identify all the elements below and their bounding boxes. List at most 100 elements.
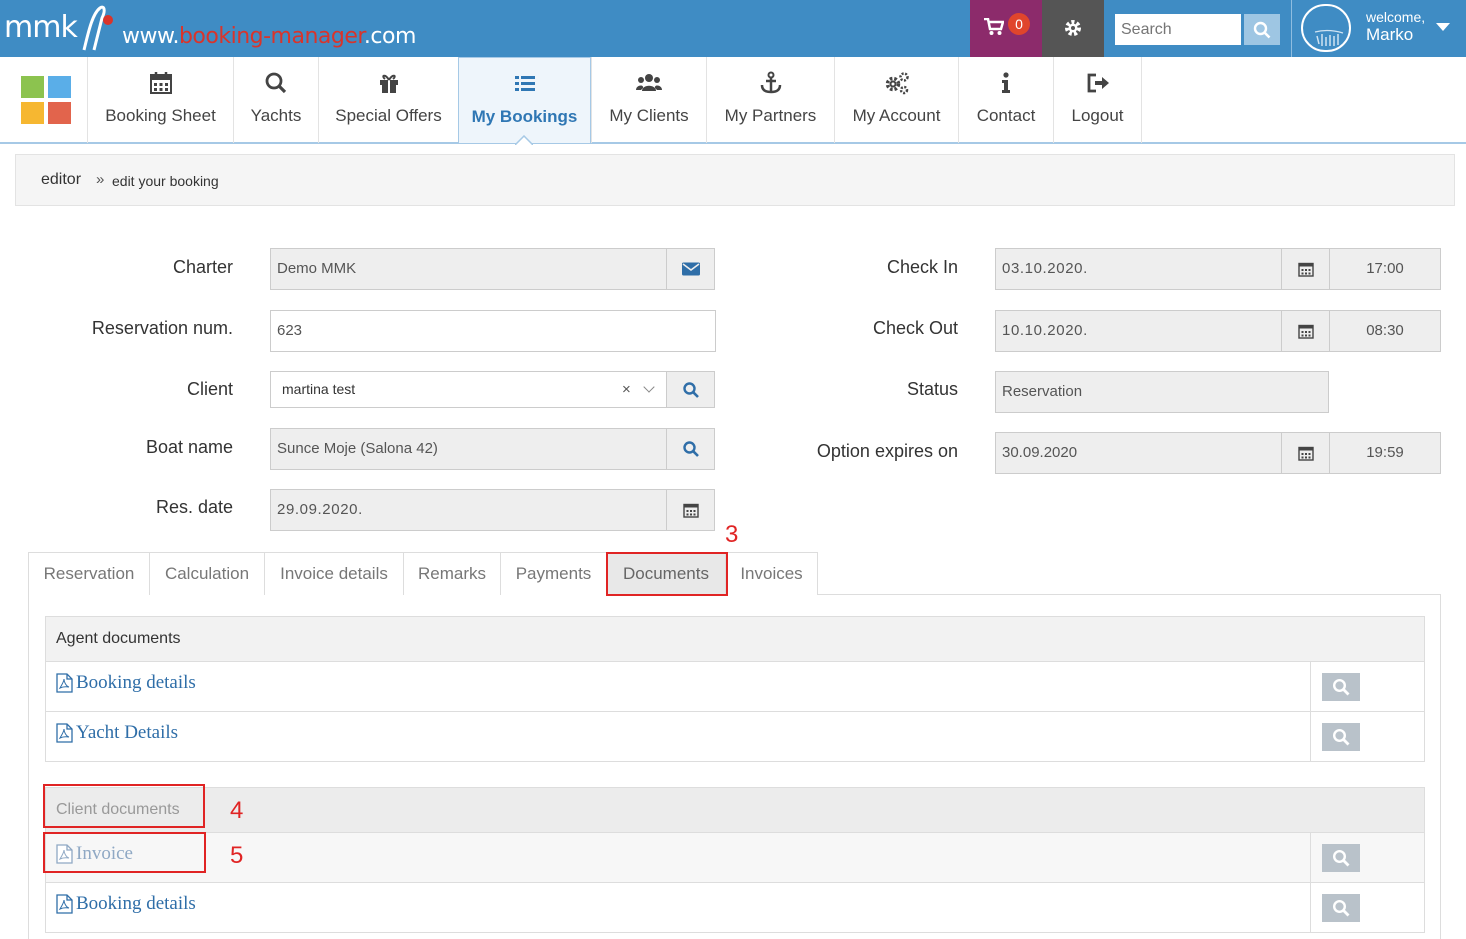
info-icon (1002, 72, 1010, 93)
highlight-client-documents (43, 784, 205, 828)
step-5-label: 5 (230, 842, 244, 869)
status-field: Reservation (995, 371, 1329, 413)
client-label: Client (186, 379, 233, 399)
brand-logo[interactable]: mmk (4, 10, 78, 45)
highlight-documents-tab (606, 552, 728, 596)
list-icon (514, 76, 535, 91)
calendar-icon (1297, 262, 1314, 277)
search-boat-button[interactable] (666, 428, 715, 470)
view-document-button[interactable] (1322, 723, 1360, 751)
table-row: Invoice (45, 833, 1425, 883)
cell-divider (1310, 712, 1311, 762)
tab-invoices[interactable]: Invoices (725, 552, 818, 595)
client-documents-header: Client documents (45, 787, 1425, 833)
document-link[interactable]: Booking details (56, 893, 196, 915)
check-out-time-field: 08:30 (1329, 310, 1441, 352)
chevron-down-icon[interactable] (1436, 23, 1450, 31)
search-icon (1332, 899, 1350, 917)
cart-count-badge: 0 (1008, 13, 1030, 35)
calendar-icon (149, 72, 172, 94)
calendar-icon (1297, 324, 1314, 339)
anchor-icon (760, 71, 781, 94)
avatar-image-icon (1314, 30, 1344, 46)
search-input[interactable] (1115, 14, 1241, 45)
step-3-label: 3 (725, 521, 739, 548)
check-in-time-field: 17:00 (1329, 248, 1441, 290)
tab-payments[interactable]: Payments (500, 552, 607, 595)
search-icon (1332, 728, 1350, 746)
nav-label: My Partners (724, 106, 817, 125)
check-out-label: Check Out (872, 318, 958, 338)
clear-client-icon[interactable]: × (622, 381, 631, 398)
user-divider (1291, 0, 1292, 57)
search-icon (682, 441, 699, 457)
nav-special-offers[interactable]: Special Offers (318, 57, 458, 143)
users-icon (636, 74, 662, 91)
tab-reservation[interactable]: Reservation (28, 552, 150, 595)
search-icon (1253, 21, 1271, 39)
nav-my-account[interactable]: My Account (834, 57, 958, 143)
tab-remarks[interactable]: Remarks (403, 552, 501, 595)
site-url[interactable]: www.booking-manager.com (122, 24, 416, 49)
view-document-button[interactable] (1322, 673, 1360, 701)
gift-icon (379, 74, 398, 93)
gear-icon (1065, 20, 1081, 36)
table-row: Yacht Details (45, 712, 1425, 762)
status-label: Status (906, 379, 958, 399)
view-document-button[interactable] (1322, 844, 1360, 872)
search-icon (1332, 849, 1350, 867)
settings-button[interactable] (1042, 0, 1104, 57)
email-charter-button[interactable] (666, 248, 715, 290)
breadcrumb: editor » edit your booking (15, 154, 1455, 206)
view-document-button[interactable] (1322, 894, 1360, 922)
cart-icon (984, 18, 1004, 35)
tab-invoice-details[interactable]: Invoice details (264, 552, 404, 595)
logo-mark-icon (82, 5, 113, 51)
cell-divider (1310, 833, 1311, 883)
nav-my-clients[interactable]: My Clients (591, 57, 706, 143)
search-button[interactable] (1244, 14, 1280, 45)
pdf-file-icon (56, 673, 73, 693)
breadcrumb-current: edit your booking (112, 173, 219, 189)
table-row: Booking details (45, 883, 1425, 933)
nav-label: Special Offers (335, 106, 442, 125)
client-select[interactable]: martina test (270, 371, 667, 408)
nav-label: Contact (976, 106, 1036, 125)
nav-my-bookings[interactable]: My Bookings (458, 57, 591, 143)
check-out-date-field: 10.10.2020. (995, 310, 1282, 352)
document-link[interactable]: Booking details (56, 672, 196, 694)
nav-label: Yachts (250, 106, 302, 125)
nav-logout[interactable]: Logout (1053, 57, 1142, 143)
tab-calculation[interactable]: Calculation (149, 552, 265, 595)
logout-icon (1087, 73, 1109, 93)
nav-label: Logout (1071, 106, 1124, 125)
nav-contact[interactable]: Contact (958, 57, 1053, 143)
cell-divider (1310, 883, 1311, 933)
option-expires-date-picker[interactable] (1281, 432, 1330, 474)
charter-label: Charter (172, 257, 233, 277)
cell-divider (1310, 662, 1311, 712)
res-date-picker[interactable] (666, 489, 715, 531)
highlight-invoice (43, 832, 206, 873)
res-date-field: 29.09.2020. (270, 489, 667, 531)
cart-button[interactable]: 0 (970, 0, 1042, 57)
breadcrumb-root[interactable]: editor (41, 171, 81, 189)
pdf-file-icon (56, 723, 73, 743)
app-grid-icon[interactable] (21, 76, 71, 124)
welcome-text: welcome, (1366, 9, 1426, 25)
reservation-num-field[interactable]: 623 (270, 310, 716, 352)
nav-yachts[interactable]: Yachts (233, 57, 318, 143)
avatar[interactable] (1301, 4, 1351, 52)
pdf-file-icon (56, 894, 73, 914)
nav-label: My Account (852, 106, 941, 125)
document-link[interactable]: Yacht Details (56, 722, 178, 744)
check-out-date-picker[interactable] (1281, 310, 1330, 352)
nav-label: Booking Sheet (105, 106, 216, 125)
calendar-icon (682, 503, 699, 518)
username[interactable]: Marko (1366, 25, 1413, 45)
nav-my-partners[interactable]: My Partners (706, 57, 834, 143)
nav-label: My Clients (609, 106, 689, 125)
nav-booking-sheet[interactable]: Booking Sheet (87, 57, 233, 143)
search-client-button[interactable] (666, 371, 715, 408)
check-in-date-picker[interactable] (1281, 248, 1330, 290)
